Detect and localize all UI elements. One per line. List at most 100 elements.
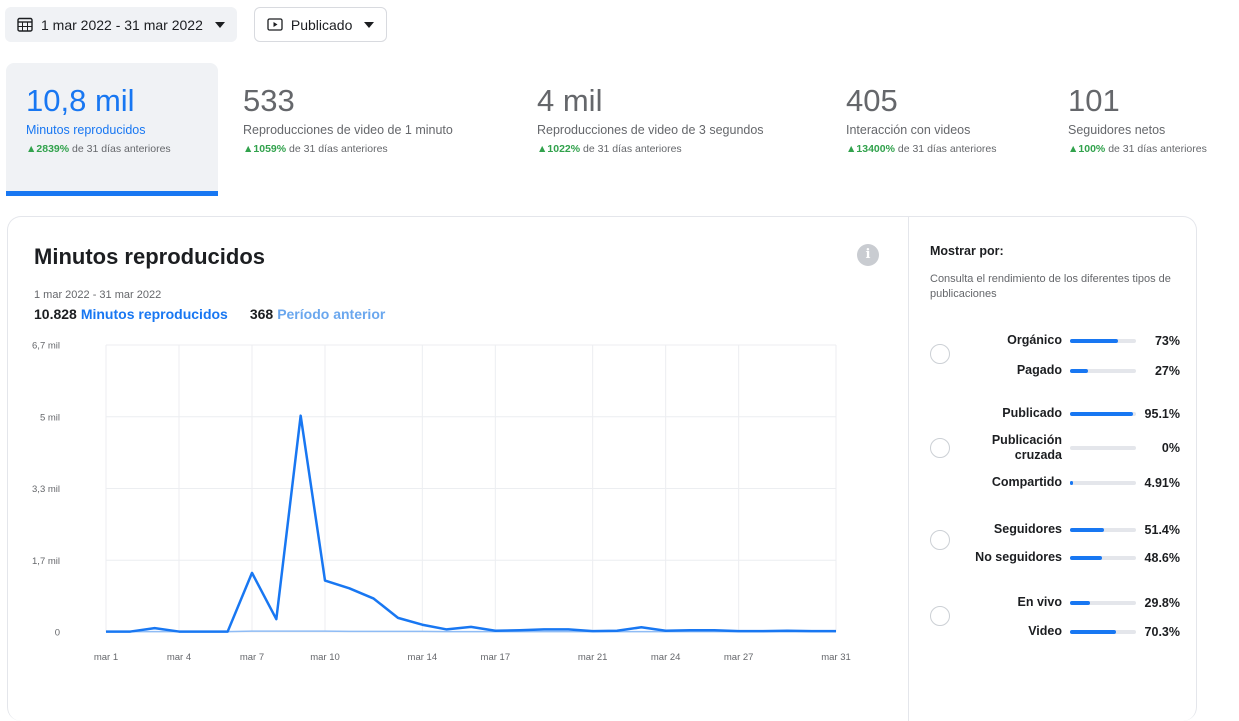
chart-x-tick-label: mar 4 (167, 652, 191, 663)
post-type-label: Publicado (290, 16, 353, 33)
date-range-dropdown[interactable]: 1 mar 2022 - 31 mar 2022 (5, 7, 237, 42)
chart-y-tick-label: 5 mil (40, 412, 60, 423)
metric-label: Reproducciones de video de 3 segundos (537, 123, 764, 137)
chart-x-tick-label: mar 31 (821, 652, 851, 663)
chart-series-current (106, 414, 836, 633)
breakdown-label: Publicado (1002, 406, 1062, 420)
breakdown-bar (1070, 411, 1136, 416)
breakdown-label: Compartido (991, 475, 1062, 489)
breakdown-bar-fill (1070, 527, 1104, 532)
metric-change: ▲1059% de 31 días anteriores (243, 143, 388, 155)
info-icon[interactable]: i (857, 244, 879, 266)
breakdown-row-live: En vivo 29.8% (910, 595, 1180, 610)
breakdown-percent: 4.91% (1144, 475, 1180, 490)
breakdown-bar (1070, 446, 1136, 450)
breakdown-bar (1070, 600, 1136, 605)
breakdown-row-organic: Orgánico 73% (910, 333, 1180, 348)
breakdown-bar-fill (1070, 555, 1103, 560)
metrics-tabs: 10,8 mil Minutos reproducidos ▲2839% de … (6, 63, 1239, 196)
metric-value: 10,8 mil (26, 83, 135, 118)
panel-title: Mostrar por: (930, 244, 1004, 258)
metric-label: Minutos reproducidos (26, 123, 146, 137)
chart-x-tick-label: mar 1 (94, 652, 118, 663)
metric-change: ▲1022% de 31 días anteriores (537, 143, 682, 155)
breakdown-row-paid: Pagado 27% (910, 363, 1180, 378)
breakdown-percent: 29.8% (1144, 595, 1180, 610)
metric-value: 101 (1068, 83, 1120, 118)
breakdown-bar-fill (1070, 629, 1117, 634)
breakdown-row-published: Publicado 95.1% (910, 406, 1180, 421)
metric-label: Seguidores netos (1068, 123, 1166, 137)
breakdown-bar (1070, 527, 1136, 532)
chart-x-tick-label: mar 21 (578, 652, 608, 663)
legend-previous-label: Período anterior (277, 306, 386, 322)
chart-y-tick-label: 6,7 mil (32, 341, 60, 352)
breakdown-bar-fill (1070, 368, 1088, 373)
breakdown-percent: 48.6% (1144, 550, 1180, 565)
metric-tab-net-followers[interactable]: 101 Seguidores netos ▲100% de 31 días an… (1068, 63, 1239, 196)
breakdown-percent: 51.4% (1144, 522, 1180, 537)
line-chart: 0 1,7 mil 3,3 mil 5 mil 6,7 mil mar 1 mar 4 mar… (32, 341, 851, 664)
video-play-icon (267, 18, 283, 31)
chart-x-tick-label: mar 24 (651, 652, 681, 663)
breakdown-percent: 70.3% (1144, 624, 1180, 639)
chart-x-tick-label: mar 7 (240, 652, 264, 663)
breakdown-row-followers: Seguidores 51.4% (910, 522, 1180, 537)
chart-y-tick-label: 0 (55, 628, 60, 639)
breakdown-percent: 95.1% (1144, 406, 1180, 421)
metric-change: ▲100% de 31 días anteriores (1068, 143, 1207, 155)
chart-x-tick-label: mar 17 (481, 652, 511, 663)
metric-value: 405 (846, 83, 898, 118)
legend-total: 10.828 (34, 306, 77, 322)
legend-current-label: Minutos reproducidos (80, 306, 228, 322)
breakdown-label: No seguidores (975, 550, 1062, 564)
breakdown-bar (1070, 368, 1136, 373)
date-range-label: 1 mar 2022 - 31 mar 2022 (41, 16, 203, 33)
metric-label: Interacción con videos (846, 123, 971, 137)
metric-tab-video-engagement[interactable]: 405 Interacción con videos ▲13400% de 31… (846, 63, 1056, 196)
breakdown-percent: 27% (1154, 363, 1180, 378)
metric-change: ▲2839% de 31 días anteriores (26, 143, 171, 155)
chart-date-range: 1 mar 2022 - 31 mar 2022 (34, 289, 162, 301)
filter-bar: 1 mar 2022 - 31 mar 2022 Publicado (5, 7, 388, 42)
breakdown-bar (1070, 338, 1136, 343)
chevron-down-icon (214, 21, 225, 28)
chart-legend: 10.828 Minutos reproducidos 368 Período ant… (34, 306, 385, 322)
breakdown-bar (1070, 629, 1136, 634)
metric-tab-minutes-viewed[interactable]: 10,8 mil Minutos reproducidos ▲2839% de … (6, 63, 218, 196)
chart-title: Minutos reproducidos (34, 244, 265, 269)
breakdown-label: Video (1028, 624, 1062, 638)
breakdown-bar (1070, 480, 1136, 485)
breakdown-bar-fill (1070, 411, 1133, 416)
breakdown-label: Orgánico (1007, 333, 1062, 347)
metric-value: 4 mil (537, 83, 603, 118)
breakdown-row-shared: Compartido 4.91% (910, 475, 1180, 490)
panel-description: Consulta el rendimiento de los diferente… (930, 273, 1171, 300)
breakdown-label: Publicación cruzada (991, 433, 1062, 462)
metric-tab-1min-views[interactable]: 533 Reproducciones de video de 1 minuto … (243, 63, 513, 196)
breakdown-bar-fill (1070, 338, 1119, 343)
metric-label: Reproducciones de video de 1 minuto (243, 123, 453, 137)
chart-x-tick-label: mar 27 (724, 652, 754, 663)
chart-y-tick-label: 3,3 mil (32, 484, 60, 495)
breakdown-row-crosspost: Publicación cruzada 0% (910, 433, 1180, 463)
breakdown-label: Seguidores (993, 522, 1062, 536)
breakdown-label: En vivo (1017, 595, 1062, 609)
breakdown-row-non-followers: No seguidores 48.6% (910, 550, 1180, 565)
metric-change: ▲13400% de 31 días anteriores (846, 143, 997, 155)
panel-divider (908, 216, 909, 721)
chart-x-tick-label: mar 14 (408, 652, 438, 663)
legend-previous-total: 368 (249, 306, 274, 322)
breakdown-label: Pagado (1016, 363, 1062, 377)
calendar-icon (17, 17, 33, 32)
chevron-down-icon (364, 21, 375, 28)
chart-y-tick-label: 1,7 mil (32, 556, 60, 567)
breakdown-row-video: Video 70.3% (910, 624, 1180, 639)
breakdown-percent: 0% (1161, 441, 1180, 455)
breakdown-percent: 73% (1154, 333, 1180, 348)
post-type-dropdown[interactable]: Publicado (253, 7, 388, 42)
metric-value: 533 (243, 83, 295, 118)
breakdown-bar (1070, 555, 1136, 560)
breakdown-bar-fill (1070, 480, 1073, 485)
metric-tab-3sec-views[interactable]: 4 mil Reproducciones de video de 3 segun… (537, 63, 827, 196)
